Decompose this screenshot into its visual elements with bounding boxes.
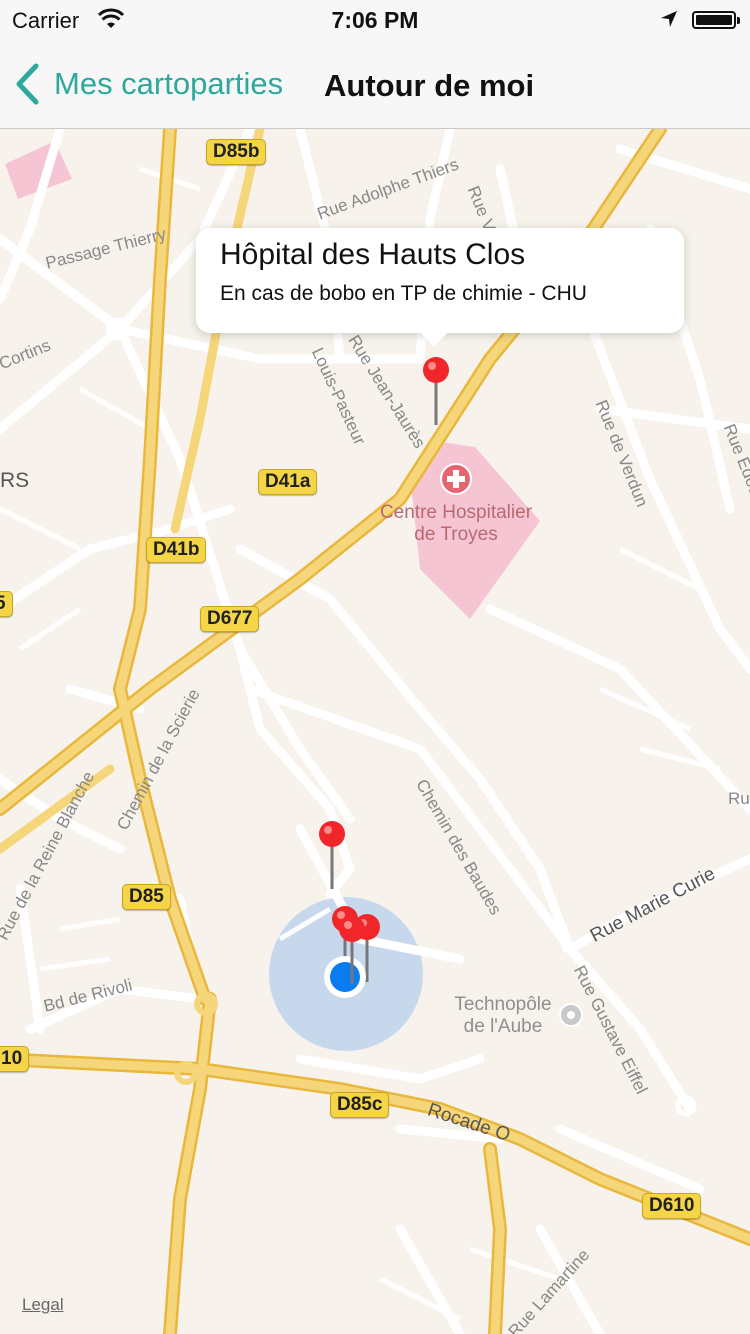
road-tag: D85c — [330, 1092, 390, 1118]
callout-title: Hôpital des Hauts Clos — [220, 238, 526, 271]
callout-subtitle: En cas de bobo en TP de chimie - CHU — [220, 282, 587, 305]
road-tag: D610 — [642, 1193, 702, 1219]
hospital-label-line2: de Troyes — [414, 524, 498, 545]
hospital-icon[interactable] — [440, 463, 472, 495]
road-tag: D85b — [206, 139, 267, 165]
street-label: Ru — [728, 789, 750, 808]
street-label: RS — [0, 469, 30, 492]
hospital-label: Centre Hospitalier de Troyes — [356, 502, 556, 546]
annotation-callout[interactable]: Hôpital des Hauts Clos En cas de bobo en… — [196, 228, 684, 347]
road-tag: 10 — [0, 1046, 30, 1072]
road-tag: 5 — [0, 591, 13, 617]
map-view[interactable]: D85b D41a D41b D677 D85 D85c D610 10 5 R… — [0, 129, 750, 1334]
status-bar: Carrier 7:06 PM — [0, 0, 750, 40]
map-pin-icon[interactable] — [337, 914, 367, 984]
status-time: 7:06 PM — [331, 7, 419, 33]
road-tag: D85 — [122, 884, 171, 910]
technopole-label: Technopôle de l'Aube — [428, 994, 578, 1038]
road-tag: D41b — [146, 537, 207, 563]
legal-link[interactable]: Legal — [22, 1295, 64, 1315]
hospital-label-line1: Centre Hospitalier — [379, 502, 533, 523]
navigation-bar: Mes cartoparties Autour de moi — [0, 40, 750, 129]
road-tag: D41a — [258, 469, 318, 495]
back-button-label: Mes cartoparties — [54, 66, 284, 101]
back-button[interactable]: Mes cartoparties — [14, 58, 283, 110]
page-title: Autour de moi — [324, 68, 535, 103]
callout-tail — [420, 332, 448, 347]
map-pin-icon[interactable] — [317, 819, 347, 889]
map-pin-icon[interactable] — [421, 355, 451, 425]
technopole-label-line2: de l'Aube — [463, 1016, 543, 1037]
road-tag: D677 — [200, 606, 260, 632]
chevron-left-icon — [16, 63, 39, 105]
battery-icon — [692, 11, 740, 29]
location-arrow-icon — [661, 11, 677, 27]
technopole-label-line1: Technopôle — [454, 994, 552, 1015]
